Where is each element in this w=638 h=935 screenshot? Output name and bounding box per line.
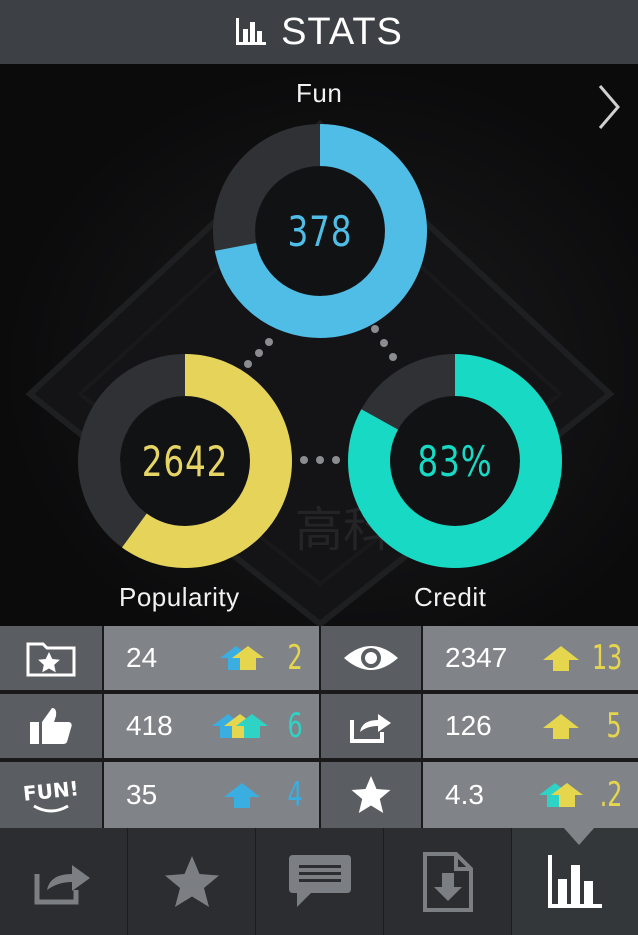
next-arrow-icon[interactable] bbox=[594, 82, 624, 132]
up-arrow-icon bbox=[543, 714, 579, 739]
views-count: 2347 bbox=[445, 642, 508, 673]
svg-text:FUN!: FUN! bbox=[22, 776, 80, 806]
download-file-icon bbox=[422, 851, 473, 912]
up-arrows-icon bbox=[220, 646, 264, 670]
credit-label: Credit bbox=[414, 582, 487, 612]
credit-value: 83% bbox=[417, 436, 493, 486]
comment-icon bbox=[288, 854, 351, 907]
up-arrow-icon bbox=[224, 783, 260, 808]
table-row-2-right-icon-cell bbox=[321, 694, 421, 758]
fun-donut: 378 bbox=[209, 120, 431, 342]
rating-value: 4.3 bbox=[445, 779, 484, 810]
star-icon bbox=[164, 855, 219, 907]
table-row-1-left-icon-cell bbox=[0, 626, 102, 690]
fun-count: 35 bbox=[126, 779, 158, 810]
table-row-2-left-value-cell: 418 6 bbox=[104, 694, 319, 758]
popularity-donut: 2642 bbox=[74, 350, 296, 572]
up-arrow-icon bbox=[543, 646, 579, 671]
folders-delta: 2 bbox=[287, 638, 303, 678]
fun-value: 378 bbox=[287, 206, 353, 256]
nav-share[interactable] bbox=[0, 828, 128, 935]
nav-download[interactable] bbox=[384, 828, 512, 935]
table-row-2-left-icon-cell bbox=[0, 694, 102, 758]
thumbs-up-icon bbox=[30, 708, 72, 744]
active-tab-indicator bbox=[563, 827, 595, 845]
up-arrows-icon bbox=[212, 714, 268, 738]
bar-chart-icon bbox=[236, 18, 267, 45]
shares-count: 126 bbox=[445, 710, 492, 741]
eye-icon bbox=[344, 646, 398, 670]
shares-delta: 5 bbox=[606, 706, 622, 746]
popularity-label: Popularity bbox=[119, 582, 240, 612]
header-bar: STATS bbox=[0, 0, 638, 64]
table-row-2-right-value-cell: 126 5 bbox=[423, 694, 638, 758]
folder-star-icon bbox=[26, 642, 76, 677]
page-title: STATS bbox=[281, 10, 403, 53]
share-icon bbox=[34, 864, 90, 904]
fun-delta: 4 bbox=[287, 775, 303, 815]
stats-table: 24 2 2347 13 418 6 126 5 FUN! 35 4 4.3 .… bbox=[0, 626, 638, 828]
credit-donut: 83% bbox=[344, 350, 566, 572]
star-icon bbox=[351, 776, 391, 813]
table-row-1-right-value-cell: 2347 13 bbox=[423, 626, 638, 690]
bar-chart-icon bbox=[548, 854, 602, 908]
up-arrows-icon bbox=[539, 783, 583, 807]
likes-count: 418 bbox=[126, 710, 173, 741]
rating-delta: .2 bbox=[599, 775, 622, 815]
fun-badge-icon: FUN! bbox=[22, 776, 80, 813]
views-delta: 13 bbox=[591, 638, 622, 678]
table-row-3-left-icon-cell: FUN! bbox=[0, 762, 102, 828]
share-icon bbox=[350, 714, 391, 743]
table-row-3-right-value-cell: 4.3 .2 bbox=[423, 762, 638, 828]
folders-count: 24 bbox=[126, 642, 158, 673]
nav-favorites[interactable] bbox=[128, 828, 256, 935]
popularity-value: 2642 bbox=[141, 436, 229, 486]
table-row-1-left-value-cell: 24 2 bbox=[104, 626, 319, 690]
likes-delta: 6 bbox=[287, 706, 303, 746]
table-row-3-right-icon-cell bbox=[321, 762, 421, 828]
fun-label: Fun bbox=[296, 78, 343, 108]
stats-panel: 高科 378 Fun 2642 Popularity 83% Credit bbox=[0, 64, 638, 626]
table-row-3-left-value-cell: 35 4 bbox=[104, 762, 319, 828]
nav-comments[interactable] bbox=[256, 828, 384, 935]
table-row-1-right-icon-cell bbox=[321, 626, 421, 690]
bottom-nav bbox=[0, 827, 638, 935]
